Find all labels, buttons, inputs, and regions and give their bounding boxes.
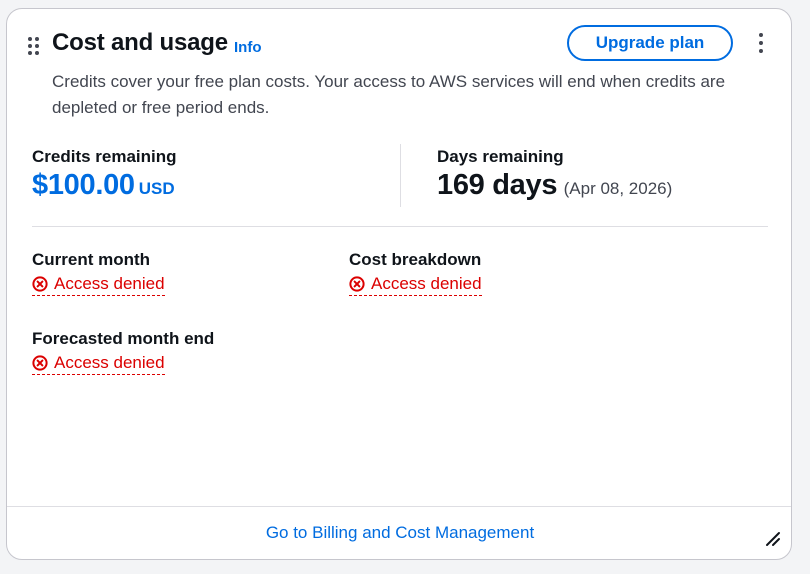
credits-remaining-label: Credits remaining (32, 147, 177, 166)
resize-handle-icon[interactable] (765, 531, 781, 547)
drag-handle-icon[interactable] (28, 37, 40, 57)
section-divider (32, 226, 768, 227)
days-count: 169 days (437, 169, 558, 201)
footer-divider (7, 506, 791, 507)
vertical-divider (400, 144, 401, 207)
status-text: Access denied (54, 274, 165, 293)
end-date: (Apr 08, 2026) (563, 179, 673, 198)
status-text: Access denied (371, 274, 482, 293)
credits-remaining-value: $100.00 USD (32, 169, 175, 202)
status-text: Access denied (54, 353, 165, 372)
billing-link[interactable]: Go to Billing and Cost Management (7, 523, 793, 543)
error-circle-icon (32, 355, 48, 371)
forecasted-month-end-status[interactable]: Access denied (32, 353, 165, 375)
cost-breakdown-status[interactable]: Access denied (349, 274, 482, 296)
error-circle-icon (32, 276, 48, 292)
credits-amount: $100.00 (32, 169, 135, 201)
days-remaining-label: Days remaining (437, 147, 564, 166)
credits-currency: USD (138, 179, 175, 198)
upgrade-plan-button[interactable]: Upgrade plan (567, 25, 733, 61)
cost-and-usage-widget: Cost and usage Info Upgrade plan Credits… (6, 8, 792, 560)
error-circle-icon (349, 276, 365, 292)
widget-description: Credits cover your free plan costs. Your… (52, 72, 726, 117)
current-month-label: Current month (32, 250, 151, 269)
cost-breakdown-label: Cost breakdown (349, 250, 482, 269)
widget-title: Cost and usage (52, 29, 228, 56)
days-remaining-value: 169 days (Apr 08, 2026) (437, 169, 672, 202)
forecasted-month-end-label: Forecasted month end (32, 329, 215, 348)
billing-link-text[interactable]: Go to Billing and Cost Management (266, 523, 534, 542)
current-month-status[interactable]: Access denied (32, 274, 165, 296)
more-vertical-icon[interactable] (755, 33, 767, 55)
info-link[interactable]: Info (234, 39, 262, 56)
